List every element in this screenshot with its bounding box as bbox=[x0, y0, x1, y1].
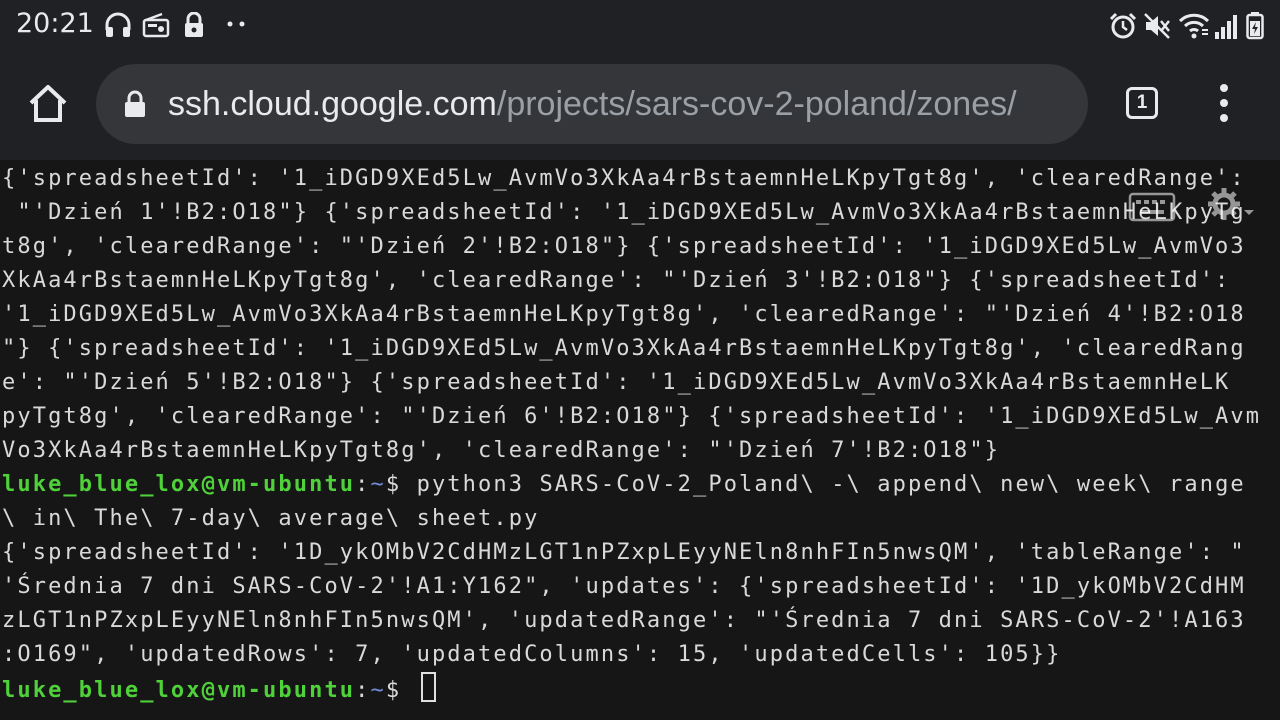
wifi-icon bbox=[1178, 12, 1210, 40]
secure-lock-icon bbox=[124, 90, 146, 122]
terminal-text: {'spreadsheetId': '1_iDGD9XEd5Lw_AvmVo3X… bbox=[2, 166, 1246, 191]
terminal-text: $ bbox=[385, 678, 417, 703]
terminal-line: {'spreadsheetId': '1_iDGD9XEd5Lw_AvmVo3X… bbox=[2, 162, 1246, 196]
battery-icon bbox=[1246, 12, 1264, 40]
headphones-icon bbox=[104, 12, 132, 38]
terminal-line: luke_blue_lox@vm-ubuntu:~$ python3 SARS-… bbox=[2, 468, 1246, 502]
gear-icon bbox=[1208, 188, 1254, 220]
ssh-terminal[interactable]: luke_blue_lox@vm-ubuntu:~$ :O169", 'upda… bbox=[0, 160, 1280, 720]
terminal-line: "} {'spreadsheetId': '1_iDGD9XEd5Lw_AvmV… bbox=[2, 332, 1246, 366]
keyboard-icon bbox=[1128, 192, 1176, 222]
terminal-text: $ python3 SARS-CoV-2_Poland\ -\ append\ … bbox=[385, 472, 1246, 497]
terminal-text: XkAa4rBstaemnHeLKpyTgt8g', 'clearedRange… bbox=[2, 268, 1231, 293]
terminal-cursor bbox=[420, 672, 436, 702]
terminal-line: :O169", 'updatedRows': 7, 'updatedColumn… bbox=[2, 638, 1062, 672]
terminal-line: \ in\ The\ 7-day\ average\ sheet.py bbox=[2, 502, 539, 536]
terminal-text: :O169", 'updatedRows': 7, 'updatedColumn… bbox=[2, 642, 1062, 667]
terminal-text: : bbox=[355, 472, 371, 497]
terminal-line: e': "'Dzień 5'!B2:O18"} {'spreadsheetId'… bbox=[2, 366, 1230, 400]
terminal-line: {'spreadsheetId': '1D_ykOMbV2CdHMzLGT1nP… bbox=[2, 536, 1246, 570]
status-time: 20:21 bbox=[16, 8, 94, 39]
status-bar: 20:21 bbox=[0, 0, 1280, 50]
more-dots-icon bbox=[226, 20, 248, 28]
terminal-line: zLGT1nPZxpLEyyNEln8nhFIn5nwsQM', 'update… bbox=[2, 604, 1246, 638]
terminal-text: pyTgt8g', 'clearedRange': "'Dzień 6'!B2:… bbox=[2, 404, 1262, 429]
radio-icon bbox=[142, 12, 170, 38]
more-vert-icon bbox=[1220, 84, 1228, 122]
mute-icon bbox=[1143, 12, 1171, 40]
terminal-text: t8g', 'clearedRange': "'Dzień 2'!B2:O18"… bbox=[2, 234, 1246, 259]
terminal-line: pyTgt8g', 'clearedRange': "'Dzień 6'!B2:… bbox=[2, 400, 1261, 434]
prompt-path: ~ bbox=[370, 472, 386, 497]
terminal-text: e': "'Dzień 5'!B2:O18"} {'spreadsheetId'… bbox=[2, 370, 1231, 395]
url-text[interactable]: ssh.cloud.google.com/projects/sars-cov-2… bbox=[168, 82, 1017, 126]
terminal-text: \ in\ The\ 7-day\ average\ sheet.py bbox=[2, 506, 540, 531]
alarm-icon bbox=[1109, 12, 1137, 40]
prompt-path: ~ bbox=[370, 678, 386, 703]
terminal-text: 'Średnia 7 dni SARS-CoV-2'!A1:Y162", 'up… bbox=[2, 574, 1246, 599]
signal-icon bbox=[1214, 12, 1240, 40]
home-icon bbox=[29, 85, 67, 122]
terminal-settings-overlay[interactable] bbox=[1128, 180, 1258, 234]
browser-menu-button[interactable] bbox=[1212, 83, 1236, 123]
terminal-line: luke_blue_lox@vm-ubuntu:~$ bbox=[2, 672, 436, 706]
home-button[interactable] bbox=[26, 82, 70, 126]
terminal-text: "'Dzień 1'!B2:O18"} {'spreadsheetId': '1… bbox=[2, 200, 1246, 225]
terminal-line: t8g', 'clearedRange': "'Dzień 2'!B2:O18"… bbox=[2, 230, 1246, 264]
prompt-user-host: luke_blue_lox@vm-ubuntu bbox=[2, 678, 356, 703]
url-host: ssh.cloud.google.com bbox=[168, 85, 497, 123]
browser-toolbar: ssh.cloud.google.com/projects/sars-cov-2… bbox=[0, 50, 1280, 160]
tab-switcher-button[interactable]: 1 bbox=[1126, 87, 1158, 119]
url-path: /projects/sars-cov-2-poland/zones/ bbox=[496, 85, 1017, 123]
terminal-text: "} {'spreadsheetId': '1_iDGD9XEd5Lw_AvmV… bbox=[2, 336, 1246, 361]
address-bar[interactable]: ssh.cloud.google.com/projects/sars-cov-2… bbox=[96, 64, 1088, 144]
terminal-text: {'spreadsheetId': '1D_ykOMbV2CdHMzLGT1nP… bbox=[2, 540, 1246, 565]
terminal-text: '1_iDGD9XEd5Lw_AvmVo3XkAa4rBstaemnHeLKpy… bbox=[2, 302, 1246, 327]
terminal-line: '1_iDGD9XEd5Lw_AvmVo3XkAa4rBstaemnHeLKpy… bbox=[2, 298, 1246, 332]
terminal-text: Vo3XkAa4rBstaemnHeLKpyTgt8g', 'clearedRa… bbox=[2, 438, 1001, 463]
terminal-text: zLGT1nPZxpLEyyNEln8nhFIn5nwsQM', 'update… bbox=[2, 608, 1246, 633]
terminal-line: XkAa4rBstaemnHeLKpyTgt8g', 'clearedRange… bbox=[2, 264, 1230, 298]
prompt-user-host: luke_blue_lox@vm-ubuntu bbox=[2, 472, 356, 497]
terminal-line: Vo3XkAa4rBstaemnHeLKpyTgt8g', 'clearedRa… bbox=[2, 434, 1000, 468]
terminal-line: "'Dzień 1'!B2:O18"} {'spreadsheetId': '1… bbox=[2, 196, 1246, 230]
lock-icon bbox=[182, 12, 206, 38]
terminal-line: 'Średnia 7 dni SARS-CoV-2'!A1:Y162", 'up… bbox=[2, 570, 1246, 604]
terminal-text: : bbox=[355, 678, 371, 703]
